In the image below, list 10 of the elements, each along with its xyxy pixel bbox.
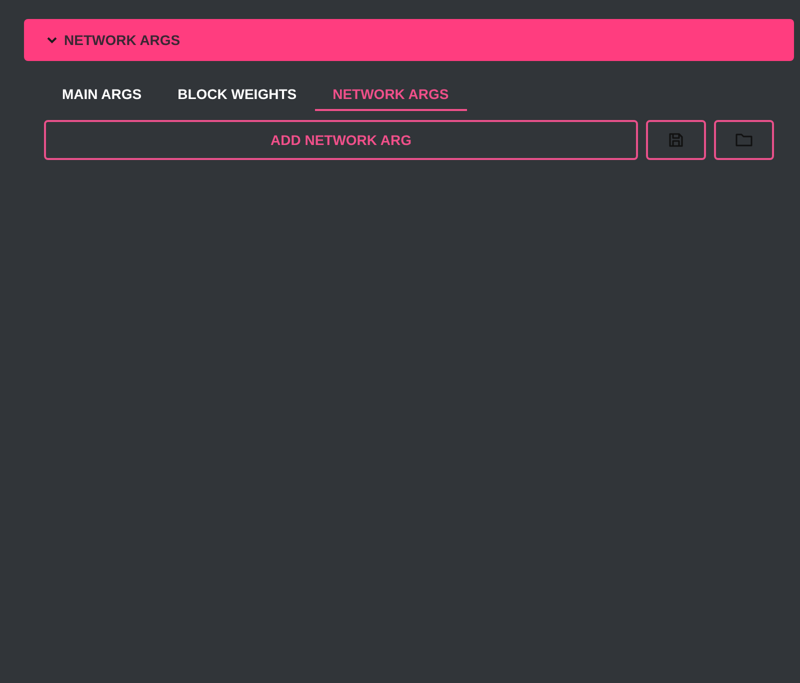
section-title: NETWORK ARGS — [64, 32, 180, 48]
tab[interactable]: MAIN ARGS — [44, 79, 160, 111]
chevron-icon — [46, 36, 58, 44]
section-header[interactable]: NETWORK ARGS — [24, 19, 794, 61]
save-button[interactable] — [646, 120, 706, 160]
add-network-arg-button[interactable]: ADD NETWORK ARG — [44, 120, 638, 160]
tab[interactable]: NETWORK ARGS — [314, 79, 467, 111]
open-folder-button[interactable] — [714, 120, 774, 160]
tab[interactable]: BLOCK WEIGHTS — [160, 79, 315, 111]
folder-icon — [735, 132, 753, 148]
